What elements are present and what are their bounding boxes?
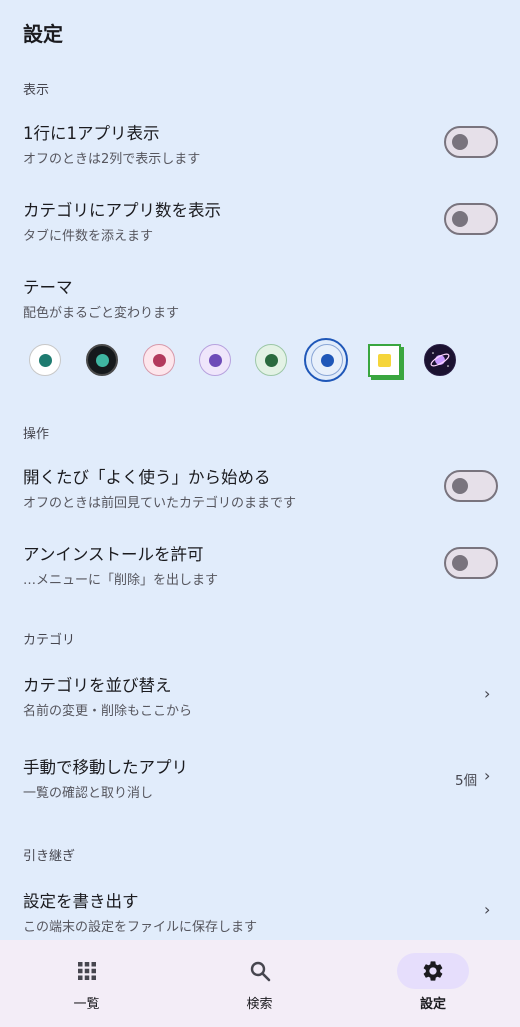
setting-subtitle: オフのときは前回見ていたカテゴリのままです: [23, 496, 297, 511]
nav-label: 検索: [246, 997, 273, 1012]
allow-uninstall-toggle[interactable]: [444, 547, 498, 579]
section-header-display: 表示: [23, 83, 50, 98]
grid-icon: [77, 962, 96, 980]
toggle-knob: [452, 555, 468, 571]
swatch-dot: [320, 353, 334, 367]
swatch-dot: [264, 353, 278, 367]
nav-label: 一覧: [73, 997, 100, 1012]
search-icon: [250, 961, 270, 982]
theme-swatch-blue[interactable]: [311, 344, 343, 376]
swatch-dot: [38, 353, 52, 367]
toggle-knob: [452, 478, 468, 494]
setting-allow-uninstall[interactable]: アンインストールを許可 …メニューに「削除」を出します: [0, 531, 520, 607]
nav-item-search[interactable]: 検索: [173, 940, 346, 1027]
nav-label: 設定: [419, 997, 446, 1012]
section-header-category: カテゴリ: [23, 633, 76, 648]
chevron-right-icon: ›: [484, 766, 491, 785]
setting-theme: テーマ 配色がまるごと変わります: [0, 264, 520, 340]
bottom-navigation: 一覧 検索 設定: [0, 940, 520, 1027]
setting-subtitle: この端末の設定をファイルに保存します: [23, 920, 258, 935]
nav-item-settings[interactable]: 設定: [346, 940, 520, 1027]
section-header-operation: 操作: [23, 427, 50, 442]
theme-swatch-space[interactable]: [424, 344, 456, 376]
setting-title: 手動で移動したアプリ: [23, 758, 188, 777]
setting-subtitle: オフのときは2列で表示します: [23, 152, 201, 167]
swatch-dot: [152, 353, 166, 367]
toggle-knob: [452, 134, 468, 150]
setting-subtitle: 名前の変更・削除もここから: [23, 704, 193, 719]
toggle-knob: [452, 211, 468, 227]
one-per-row-toggle[interactable]: [444, 126, 498, 158]
chevron-right-icon: ›: [484, 900, 491, 919]
setting-title: 1行に1アプリ表示: [23, 124, 160, 143]
swatch-dot: [95, 353, 109, 367]
section-header-transfer: 引き継ぎ: [23, 849, 76, 864]
page-title: 設定: [23, 22, 63, 46]
theme-swatch-lavender[interactable]: [199, 344, 231, 376]
swatch-dot: [208, 353, 222, 367]
setting-title: テーマ: [23, 278, 73, 297]
setting-title: カテゴリにアプリ数を表示: [23, 201, 221, 220]
setting-moved-apps[interactable]: 手動で移動したアプリ 一覧の確認と取り消し 5個 ›: [0, 744, 520, 820]
moved-apps-count: 5個: [455, 773, 478, 789]
setting-title: 開くたび「よく使う」から始める: [23, 468, 271, 487]
gear-icon: [423, 961, 443, 981]
setting-reorder-categories[interactable]: カテゴリを並び替え 名前の変更・削除もここから ›: [0, 662, 520, 738]
setting-subtitle: 配色がまるごと変わります: [23, 306, 180, 321]
swatch-dot: [378, 354, 391, 367]
setting-one-per-row[interactable]: 1行に1アプリ表示 オフのときは2列で表示します: [0, 110, 520, 186]
setting-title: カテゴリを並び替え: [23, 676, 172, 695]
setting-subtitle: タブに件数を添えます: [23, 229, 154, 244]
theme-swatch-yellow-square[interactable]: [368, 344, 401, 377]
open-frequent-toggle[interactable]: [444, 470, 498, 502]
theme-swatch-green[interactable]: [255, 344, 287, 376]
theme-swatch-pink[interactable]: [143, 344, 175, 376]
setting-title: 設定を書き出す: [23, 892, 139, 911]
planet-icon: [430, 352, 450, 367]
setting-category-count[interactable]: カテゴリにアプリ数を表示 タブに件数を添えます: [0, 187, 520, 263]
setting-open-frequent[interactable]: 開くたび「よく使う」から始める オフのときは前回見ていたカテゴリのままです: [0, 454, 520, 530]
theme-swatch-dark-teal[interactable]: [86, 344, 118, 376]
nav-item-list[interactable]: 一覧: [0, 940, 173, 1027]
chevron-right-icon: ›: [484, 684, 491, 703]
setting-subtitle: …メニューに「削除」を出します: [23, 573, 219, 588]
setting-subtitle: 一覧の確認と取り消し: [23, 786, 154, 801]
theme-swatch-light-teal[interactable]: [29, 344, 61, 376]
category-count-toggle[interactable]: [444, 203, 498, 235]
setting-title: アンインストールを許可: [23, 545, 204, 564]
